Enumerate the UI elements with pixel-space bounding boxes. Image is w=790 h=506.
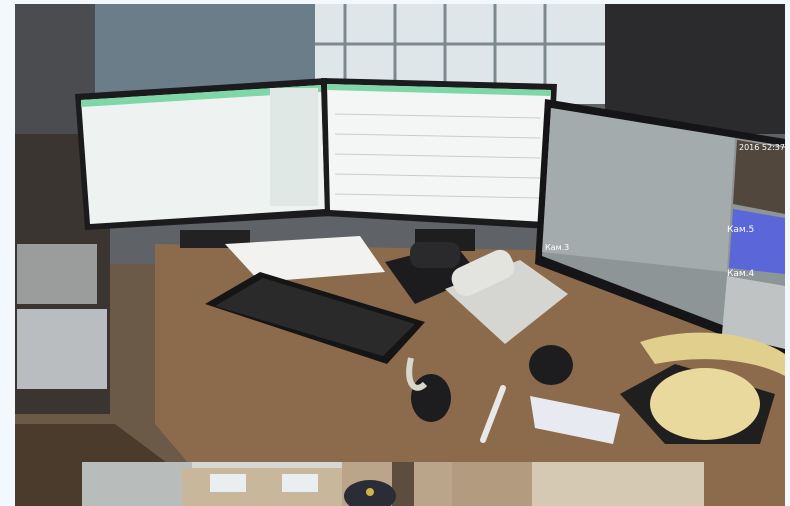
photo-desk: Кам.5 Кам.4 2016 52:37 Кам.3 — [15, 4, 785, 506]
cam-label-5: Кам.5 — [727, 225, 754, 235]
sky-trees — [82, 462, 192, 506]
cam-label-4: Кам.4 — [727, 269, 755, 279]
mouse-left — [411, 374, 451, 422]
cam-timestamp: 2016 52:37 — [739, 143, 785, 152]
photo-officer — [82, 462, 704, 506]
building-right — [452, 462, 532, 506]
cap-badge-icon — [366, 488, 374, 496]
cam-label-3: Кам.3 — [545, 243, 569, 252]
equipment-panel — [17, 309, 107, 389]
building-far-right — [532, 462, 704, 506]
mouse-right — [529, 345, 573, 385]
radio-equipment — [17, 244, 97, 304]
